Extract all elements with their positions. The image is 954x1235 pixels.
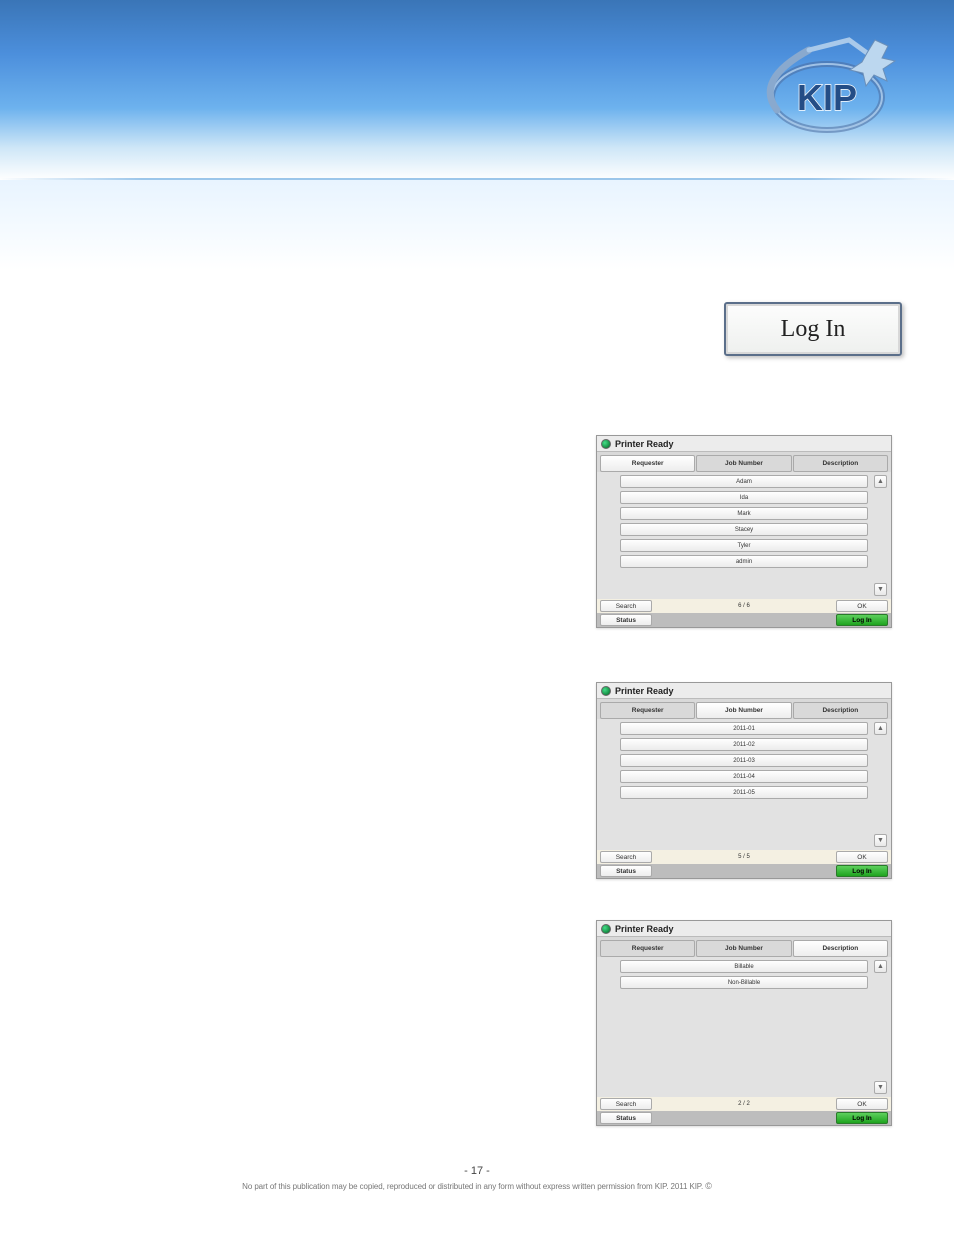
tab-description[interactable]: Description (793, 455, 888, 472)
pager-count: 6 / 6 (738, 603, 750, 609)
login-button-label: Log In (781, 316, 846, 343)
login-button[interactable]: Log In (836, 614, 888, 626)
list-item[interactable]: Mark (620, 507, 868, 520)
list-item[interactable]: Tyler (620, 539, 868, 552)
list-item[interactable]: 2011-03 (620, 754, 868, 767)
list-item[interactable]: 2011-01 (620, 722, 868, 735)
status-orb-icon (601, 686, 611, 696)
kip-logo: KIP (749, 35, 899, 160)
scroll-down-icon[interactable]: ▼ (874, 583, 887, 596)
tab-job-number[interactable]: Job Number (696, 940, 791, 957)
search-button[interactable]: Search (600, 1098, 652, 1110)
scroll-down-icon[interactable]: ▼ (874, 1081, 887, 1094)
ok-button[interactable]: OK (836, 1098, 888, 1110)
list-item[interactable]: 2011-04 (620, 770, 868, 783)
pager-bar: Search 5 / 5 OK (597, 850, 891, 864)
list-area: ▲ 2011-01 2011-02 2011-03 2011-04 2011-0… (597, 719, 891, 850)
ok-button[interactable]: OK (836, 851, 888, 863)
ok-button[interactable]: OK (836, 600, 888, 612)
login-button[interactable]: Log In (836, 865, 888, 877)
status-button[interactable]: Status (600, 1112, 652, 1124)
status-orb-icon (601, 439, 611, 449)
tab-job-number[interactable]: Job Number (696, 455, 791, 472)
pager-bar: Search 2 / 2 OK (597, 1097, 891, 1111)
window-titlebar: Printer Ready (597, 921, 891, 937)
status-button[interactable]: Status (600, 865, 652, 877)
window-titlebar: Printer Ready (597, 683, 891, 699)
tabs: Requester Job Number Description (597, 699, 891, 719)
list-item[interactable]: Ida (620, 491, 868, 504)
page-number: - 17 - (0, 1165, 954, 1177)
screenshot-jobnumber-tab: Printer Ready Requester Job Number Descr… (596, 682, 892, 879)
list-item[interactable]: Adam (620, 475, 868, 488)
footer-bar: Status Log In (597, 613, 891, 627)
screenshot-requester-tab: Printer Ready Requester Job Number Descr… (596, 435, 892, 628)
copyright-icon: © (705, 1181, 712, 1191)
list-item[interactable]: 2011-05 (620, 786, 868, 799)
scroll-down-icon[interactable]: ▼ (874, 834, 887, 847)
tab-requester[interactable]: Requester (600, 940, 695, 957)
status-button[interactable]: Status (600, 614, 652, 626)
list-item[interactable]: admin (620, 555, 868, 568)
pager-count: 5 / 5 (738, 854, 750, 860)
tab-job-number[interactable]: Job Number (696, 702, 791, 719)
scroll-up-icon[interactable]: ▲ (874, 960, 887, 973)
login-button[interactable]: Log In (836, 1112, 888, 1124)
tab-requester[interactable]: Requester (600, 455, 695, 472)
list-item[interactable]: Non-Billable (620, 976, 868, 989)
pager-bar: Search 6 / 6 OK (597, 599, 891, 613)
list-item[interactable]: Stacey (620, 523, 868, 536)
screenshot-description-tab: Printer Ready Requester Job Number Descr… (596, 920, 892, 1126)
window-title: Printer Ready (615, 924, 674, 934)
list-area: ▲ Billable Non-Billable ▼ (597, 957, 891, 1097)
list-item[interactable]: Billable (620, 960, 868, 973)
list-item[interactable]: 2011-02 (620, 738, 868, 751)
copyright-line: No part of this publication may be copie… (0, 1181, 954, 1191)
tab-description[interactable]: Description (793, 940, 888, 957)
pager-count: 2 / 2 (738, 1101, 750, 1107)
scroll-up-icon[interactable]: ▲ (874, 722, 887, 735)
window-title: Printer Ready (615, 439, 674, 449)
tab-description[interactable]: Description (793, 702, 888, 719)
login-button-illustration: Log In (724, 302, 902, 356)
tabs: Requester Job Number Description (597, 452, 891, 472)
scroll-up-icon[interactable]: ▲ (874, 475, 887, 488)
window-titlebar: Printer Ready (597, 436, 891, 452)
footer-bar: Status Log In (597, 864, 891, 878)
subheader-gradient (0, 180, 954, 270)
footer-bar: Status Log In (597, 1111, 891, 1125)
search-button[interactable]: Search (600, 851, 652, 863)
tabs: Requester Job Number Description (597, 937, 891, 957)
tab-requester[interactable]: Requester (600, 702, 695, 719)
status-orb-icon (601, 924, 611, 934)
search-button[interactable]: Search (600, 600, 652, 612)
list-area: ▲ Adam Ida Mark Stacey Tyler admin ▼ (597, 472, 891, 599)
svg-text:KIP: KIP (797, 77, 857, 118)
window-title: Printer Ready (615, 686, 674, 696)
